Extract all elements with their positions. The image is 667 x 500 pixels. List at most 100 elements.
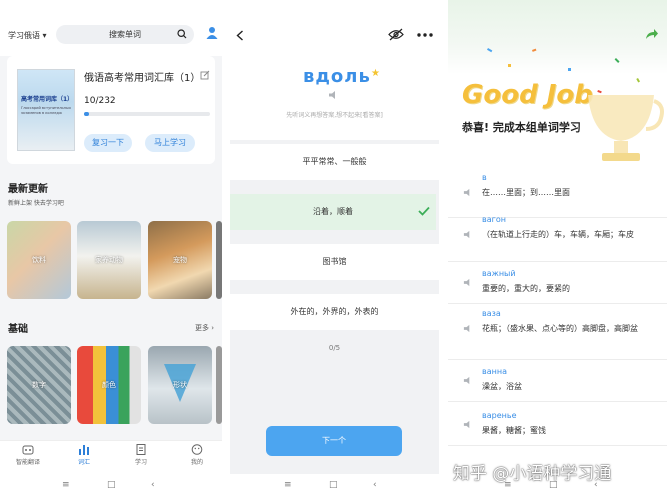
learn-now-button[interactable]: 马上学习: [145, 134, 195, 152]
system-nav-bar: ≡ □ ‹: [230, 474, 439, 500]
tile-drinks[interactable]: 饮料: [7, 221, 71, 299]
share-icon[interactable]: [645, 28, 659, 40]
answer-option[interactable]: 图书馆: [230, 244, 439, 280]
tab-label: 学习: [134, 459, 147, 466]
word-entry[interactable]: ваза 花瓶；（盛水果、点心等的）高脚盘，高脚盆: [448, 304, 667, 360]
back-arrow-icon[interactable]: [236, 30, 244, 41]
star-icon[interactable]: ★: [371, 68, 380, 79]
face-icon: [191, 444, 203, 455]
system-nav-bar: ≡ □ ‹: [0, 474, 222, 500]
word-entry[interactable]: ванна 澡盆，浴盆: [448, 362, 667, 402]
latest-updates-title: 最新更新: [8, 184, 48, 195]
option-text: 沿着，顺着: [313, 207, 353, 216]
language-selector[interactable]: 学习俄语 ▾: [8, 30, 47, 41]
speaker-icon[interactable]: [463, 376, 472, 385]
quiz-word: вдоль: [303, 66, 371, 87]
quiz-hint[interactable]: 先听词义再想答案,想不起来[看答案]: [230, 110, 439, 119]
entry-chinese: 澡盆，浴盆: [482, 382, 522, 391]
entry-russian: ваза: [482, 309, 501, 318]
progress-bar: [84, 112, 210, 116]
tile-pets[interactable]: 宠物: [148, 221, 212, 299]
trophy-icon: [588, 95, 664, 161]
menu-nav-icon[interactable]: ≡: [284, 480, 292, 490]
robot-icon: [22, 445, 34, 455]
quiz-progress-count: 0/5: [328, 344, 341, 352]
book-cover: 高考常用词库（1） Глоссарий вступительных экзаме…: [17, 69, 75, 151]
cover-title: 高考常用词库（1）: [21, 96, 74, 103]
tile-partial: [216, 221, 222, 299]
search-input[interactable]: 搜索单词: [56, 25, 194, 44]
tab-label: 我的: [190, 459, 203, 466]
notebook-icon: [136, 444, 146, 455]
bottom-tab-bar: 智能翻译 词汇 学习 我的: [0, 440, 222, 474]
home-nav-icon[interactable]: □: [329, 480, 338, 490]
entry-chinese: （在轨道上行走的）车，车辆，车厢；车皮: [482, 230, 634, 239]
entry-chinese: 重要的，重大的，要紧的: [482, 284, 570, 293]
word-entry[interactable]: варенье 果酱，糖酱；蜜饯: [448, 406, 667, 446]
screenshot-collage: 学习俄语 ▾ 搜索单词 高考常用词库（1） Глоссарий вступите…: [0, 0, 667, 500]
vocab-book-card[interactable]: 高考常用词库（1） Глоссарий вступительных экзаме…: [7, 56, 215, 164]
speaker-icon[interactable]: [463, 230, 472, 239]
answer-option[interactable]: 外在的，外界的，外表的: [230, 294, 439, 330]
speaker-icon[interactable]: [463, 420, 472, 429]
entry-chinese: 花瓶；（盛水果、点心等的）高脚盘，高脚盆: [482, 324, 638, 333]
tab-translate[interactable]: 智能翻译: [8, 444, 48, 466]
entry-chinese: 果酱，糖酱；蜜饯: [482, 426, 546, 435]
vocab-home-screen: 学习俄语 ▾ 搜索单词 高考常用词库（1） Глоссарий вступите…: [0, 0, 222, 500]
word-entry[interactable]: важный 重要的，重大的，要紧的: [448, 264, 667, 304]
tile-label: 家养动物: [95, 256, 123, 264]
progress-count: 10/232: [84, 96, 116, 106]
tab-label: 词汇: [77, 459, 90, 466]
tile-label: 饮料: [32, 256, 46, 264]
entry-russian: важный: [482, 269, 516, 278]
tile-label: 形状: [173, 381, 187, 389]
tile-domestic-animals[interactable]: 家养动物: [77, 221, 141, 299]
eye-hidden-icon[interactable]: [388, 28, 404, 41]
more-options-icon[interactable]: [417, 33, 433, 37]
back-nav-icon[interactable]: ‹: [373, 480, 377, 490]
progress-fill: [84, 112, 90, 116]
caret-down-icon: ▾: [42, 31, 47, 40]
book-title: 俄语高考常用词汇库（1）: [84, 73, 201, 84]
entry-chinese: 在……里面；到……里面: [482, 188, 570, 197]
tile-label: 颜色: [102, 381, 116, 389]
result-screen: Good Job 恭喜! 完成本组单词学习 в 在……里面；到……里面 ваго…: [448, 0, 667, 500]
answer-option[interactable]: 平平常常、一般般: [230, 144, 439, 180]
more-link[interactable]: 更多 ›: [195, 323, 214, 333]
speaker-icon[interactable]: [463, 188, 472, 197]
review-button[interactable]: 复习一下: [84, 134, 132, 152]
language-label: 学习俄语: [8, 31, 40, 40]
answer-option-correct[interactable]: 沿着，顺着: [230, 194, 436, 230]
search-icon: [177, 29, 187, 39]
quiz-screen: вдоль ★ 先听词义再想答案,想不起来[看答案] 平平常常、一般般 沿着，顺…: [230, 0, 439, 500]
watermark: 知乎 @小语种学习通: [453, 464, 612, 484]
option-text: 图书馆: [322, 257, 347, 266]
tab-profile[interactable]: 我的: [177, 444, 217, 466]
entry-russian: вагон: [482, 215, 506, 224]
cover-subtitle: Глоссарий вступительных экзаменов в колл…: [21, 106, 71, 115]
option-text: 外在的，外界的，外表的: [290, 307, 379, 316]
speaker-icon[interactable]: [328, 90, 338, 100]
tab-study[interactable]: 学习: [121, 444, 161, 466]
next-button[interactable]: 下一个: [266, 426, 402, 456]
speaker-icon[interactable]: [463, 324, 472, 333]
tile-colors[interactable]: 颜色: [77, 346, 141, 424]
tile-numbers[interactable]: 数字: [7, 346, 71, 424]
speaker-icon[interactable]: [463, 278, 472, 287]
user-avatar-icon[interactable]: [206, 26, 218, 39]
word-entry[interactable]: вагон （在轨道上行走的）车，车辆，车厢；车皮: [448, 210, 667, 262]
quiz-header: вдоль ★ 先听词义再想答案,想不起来[看答案]: [230, 0, 439, 140]
edit-icon[interactable]: [200, 70, 210, 80]
menu-nav-icon[interactable]: ≡: [62, 480, 70, 490]
tab-vocabulary[interactable]: 词汇: [64, 444, 104, 466]
tile-shapes[interactable]: 形状: [148, 346, 212, 424]
home-nav-icon[interactable]: □: [107, 480, 116, 490]
tab-label: 智能翻译: [15, 459, 40, 466]
search-placeholder: 搜索单词: [109, 30, 141, 39]
good-job-banner: Good Job: [462, 80, 593, 110]
latest-updates-subtitle: 新鲜上架 快去学习吧: [8, 200, 64, 207]
back-nav-icon[interactable]: ‹: [151, 480, 155, 490]
completion-message: 恭喜! 完成本组单词学习: [462, 121, 581, 134]
option-text: 平平常常、一般般: [302, 157, 367, 166]
entry-russian: варенье: [482, 411, 517, 420]
